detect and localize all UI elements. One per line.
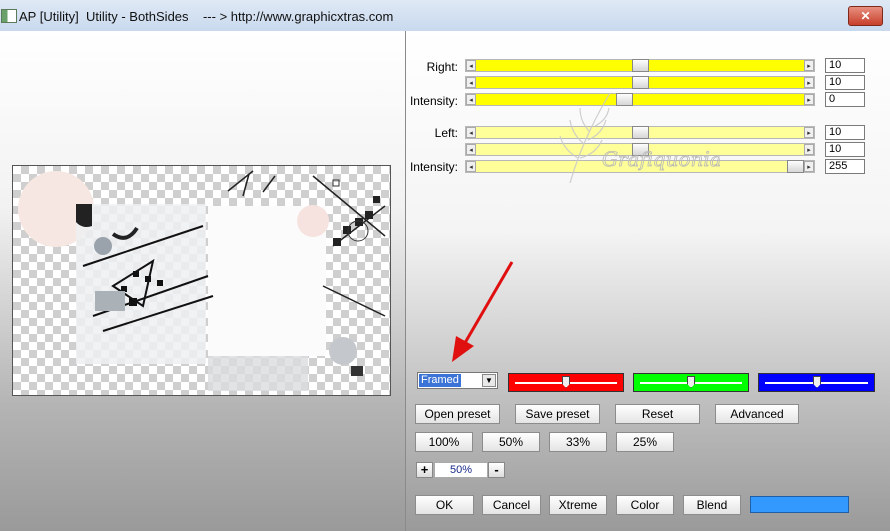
arrow-right-icon[interactable]: ▸	[804, 60, 814, 71]
reset-button[interactable]: Reset	[615, 404, 700, 424]
preset-selected-value: Framed	[419, 374, 461, 387]
save-preset-button[interactable]: Save preset	[515, 404, 600, 424]
slider-thumb[interactable]	[632, 59, 649, 72]
zoom-level-field[interactable]: 50%	[434, 462, 488, 478]
slider-knob[interactable]	[562, 376, 570, 388]
right-value-1[interactable]: 10	[825, 58, 865, 73]
left-label: Left:	[434, 126, 458, 140]
xtreme-button[interactable]: Xtreme	[549, 495, 607, 515]
zoom-25-button[interactable]: 25%	[616, 432, 674, 452]
slider-thumb[interactable]	[787, 160, 804, 173]
preview-pane	[0, 31, 405, 531]
green-color-slider[interactable]	[633, 373, 749, 392]
pointer-arrow-icon	[440, 258, 520, 371]
left-value-2[interactable]: 10	[825, 142, 865, 157]
right-value-2[interactable]: 10	[825, 75, 865, 90]
left-value-1[interactable]: 10	[825, 125, 865, 140]
slider-knob[interactable]	[813, 376, 821, 388]
slider-knob[interactable]	[687, 376, 695, 388]
close-button[interactable]: ✕	[848, 6, 883, 26]
arrow-left-icon[interactable]: ◂	[466, 127, 476, 138]
watermark-logo: Grafiquonia	[540, 88, 722, 191]
right-slider-1[interactable]: ◂ ▸	[465, 59, 815, 72]
chevron-down-icon[interactable]: ▼	[482, 374, 496, 387]
arrow-left-icon[interactable]: ◂	[466, 60, 476, 71]
right-intensity-value[interactable]: 0	[825, 92, 865, 107]
arrow-right-icon[interactable]: ▸	[804, 77, 814, 88]
color-button[interactable]: Color	[616, 495, 674, 515]
right-intensity-label: Intensity:	[409, 94, 458, 108]
zoom-out-button[interactable]: -	[488, 462, 505, 478]
blue-color-slider[interactable]	[758, 373, 875, 392]
watermark-text: Grafiquonia	[602, 147, 720, 171]
zoom-in-button[interactable]: +	[416, 462, 433, 478]
advanced-button[interactable]: Advanced	[715, 404, 799, 424]
arrow-left-icon[interactable]: ◂	[466, 161, 476, 172]
right-label: Right:	[426, 60, 458, 74]
preview-canvas	[12, 165, 391, 396]
zoom-100-button[interactable]: 100%	[415, 432, 473, 452]
window-title: AP [Utility] Utility - BothSides --- > h…	[19, 9, 394, 24]
ok-button[interactable]: OK	[415, 495, 474, 515]
left-intensity-value[interactable]: 255	[825, 159, 865, 174]
cancel-button[interactable]: Cancel	[482, 495, 541, 515]
arrow-right-icon[interactable]: ▸	[804, 144, 814, 155]
zoom-33-button[interactable]: 33%	[549, 432, 607, 452]
blend-color-swatch[interactable]	[750, 496, 849, 513]
app-icon	[1, 9, 17, 23]
arrow-right-icon[interactable]: ▸	[804, 94, 814, 105]
zoom-50-button[interactable]: 50%	[482, 432, 540, 452]
arrow-left-icon[interactable]: ◂	[466, 144, 476, 155]
left-intensity-label: Intensity:	[409, 160, 458, 174]
arrow-left-icon[interactable]: ◂	[466, 77, 476, 88]
arrow-right-icon[interactable]: ▸	[804, 161, 814, 172]
blend-button[interactable]: Blend	[683, 495, 741, 515]
open-preset-button[interactable]: Open preset	[415, 404, 500, 424]
red-color-slider[interactable]	[508, 373, 624, 392]
arrow-left-icon[interactable]: ◂	[466, 94, 476, 105]
preview-artwork	[18, 170, 386, 391]
preset-dropdown[interactable]: Framed ▼	[417, 372, 498, 389]
title-bar: AP [Utility] Utility - BothSides --- > h…	[0, 0, 890, 32]
arrow-right-icon[interactable]: ▸	[804, 127, 814, 138]
